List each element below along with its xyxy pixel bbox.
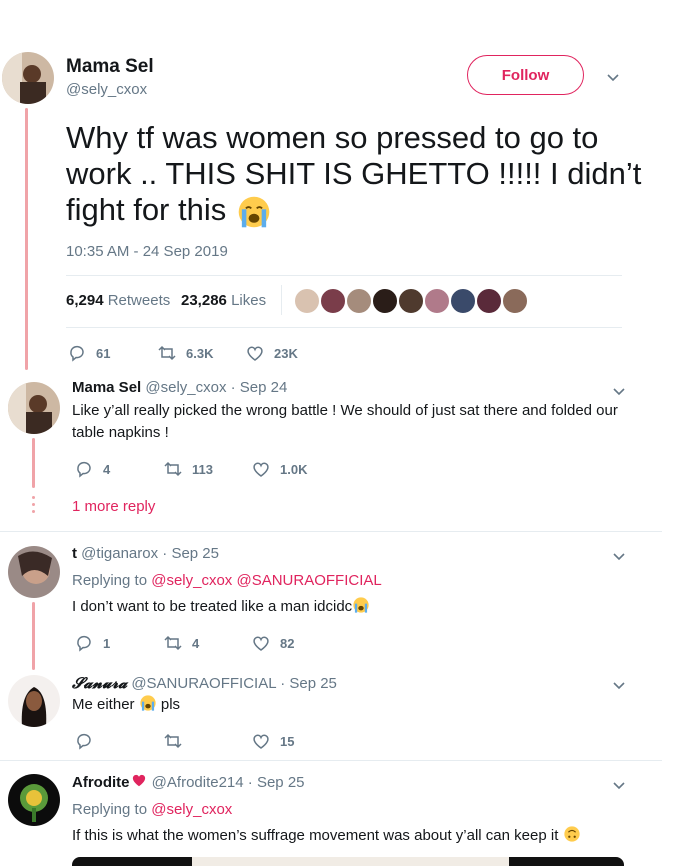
replying-to: Replying to @sely_cxox xyxy=(72,801,233,818)
retweet-action[interactable]: 113 xyxy=(164,460,213,478)
thread-dot xyxy=(32,503,35,506)
thread-line xyxy=(32,438,35,488)
mention-link[interactable]: @sely_cxox @SANURAOFFICIAL xyxy=(151,572,382,589)
reply-author-avatar[interactable] xyxy=(8,382,60,434)
reply-text: If this is what the women’s suffrage mov… xyxy=(72,825,632,847)
reply-icon xyxy=(75,460,93,478)
liker-avatars[interactable] xyxy=(293,287,529,317)
thread-dot xyxy=(32,496,35,499)
divider xyxy=(281,285,282,315)
reply-icon xyxy=(75,634,93,652)
chevron-down-icon[interactable] xyxy=(612,778,626,792)
heart-icon xyxy=(246,344,264,362)
like-action[interactable]: 15 xyxy=(252,732,294,750)
like-action[interactable]: 1.0K xyxy=(252,460,307,478)
reply-icon xyxy=(68,344,86,362)
reply-header[interactable]: t @tiganarox · Sep 25 xyxy=(72,544,219,564)
reply-action[interactable]: 1 xyxy=(75,634,110,652)
reply-author-avatar[interactable] xyxy=(8,675,60,727)
more-replies-link[interactable]: 1 more reply xyxy=(72,497,155,517)
reply-text: Like y’all really picked the wrong battl… xyxy=(72,402,618,441)
reply-author-avatar[interactable] xyxy=(8,546,60,598)
main-author-avatar[interactable] xyxy=(2,52,54,104)
reply-text: I don’t want to be treated like a man id… xyxy=(72,596,627,618)
retweet-icon xyxy=(158,344,176,362)
thread-line xyxy=(25,108,28,370)
main-author-name[interactable]: Mama Sel xyxy=(66,57,154,77)
crying-emoji-icon xyxy=(139,694,157,712)
reply-action[interactable]: 61 xyxy=(68,344,110,362)
main-author-handle[interactable]: @sely_cxox xyxy=(66,80,147,100)
like-action[interactable]: 23K xyxy=(246,344,298,362)
thread-dot xyxy=(32,510,35,513)
reply-header[interactable]: Afrodite @Afrodite214 · Sep 25 xyxy=(72,772,305,793)
heart-emoji-icon xyxy=(130,772,148,788)
chevron-down-icon[interactable] xyxy=(612,549,626,563)
reply-header[interactable]: Mama Sel @sely_cxox · Sep 24 xyxy=(72,378,287,398)
divider xyxy=(66,327,622,328)
main-tweet-timestamp[interactable]: 10:35 AM - 24 Sep 2019 xyxy=(66,242,228,262)
retweet-action[interactable]: 4 xyxy=(164,634,199,652)
main-tweet-text: Why tf was women so pressed to go to wor… xyxy=(66,120,646,230)
likes-stat[interactable]: 23,286 Likes xyxy=(181,291,266,311)
crying-emoji-icon xyxy=(352,596,370,614)
crying-emoji-icon xyxy=(235,194,275,230)
thread-line xyxy=(32,602,35,670)
upside-down-emoji-icon xyxy=(563,825,581,843)
divider xyxy=(66,275,622,276)
follow-button[interactable]: Follow xyxy=(467,55,584,95)
reply-header[interactable]: 𝓢𝓪𝓷𝓾𝓻𝓪 @SANURAOFFICIAL · Sep 25 xyxy=(72,673,337,694)
reply-text: Me either pls xyxy=(72,694,181,713)
chevron-down-icon[interactable] xyxy=(612,678,626,692)
divider xyxy=(0,531,662,532)
attached-media-preview[interactable] xyxy=(72,857,624,866)
retweet-action[interactable] xyxy=(164,732,182,750)
retweet-icon xyxy=(164,634,182,652)
chevron-down-icon[interactable] xyxy=(612,384,626,398)
reply-icon xyxy=(75,732,93,750)
retweet-action[interactable]: 6.3K xyxy=(158,344,213,362)
like-action[interactable]: 82 xyxy=(252,634,294,652)
reply-action[interactable]: 4 xyxy=(75,460,110,478)
divider xyxy=(0,760,662,761)
replying-to: Replying to @sely_cxox @SANURAOFFICIAL xyxy=(72,572,382,589)
reply-action[interactable] xyxy=(75,732,93,750)
chevron-down-icon[interactable] xyxy=(606,70,620,84)
heart-icon xyxy=(252,634,270,652)
heart-icon xyxy=(252,460,270,478)
mention-link[interactable]: @sely_cxox xyxy=(151,801,232,818)
reply-author-avatar[interactable] xyxy=(8,774,60,826)
retweets-stat[interactable]: 6,294 Retweets xyxy=(66,291,170,311)
heart-icon xyxy=(252,732,270,750)
retweet-icon xyxy=(164,732,182,750)
retweet-icon xyxy=(164,460,182,478)
